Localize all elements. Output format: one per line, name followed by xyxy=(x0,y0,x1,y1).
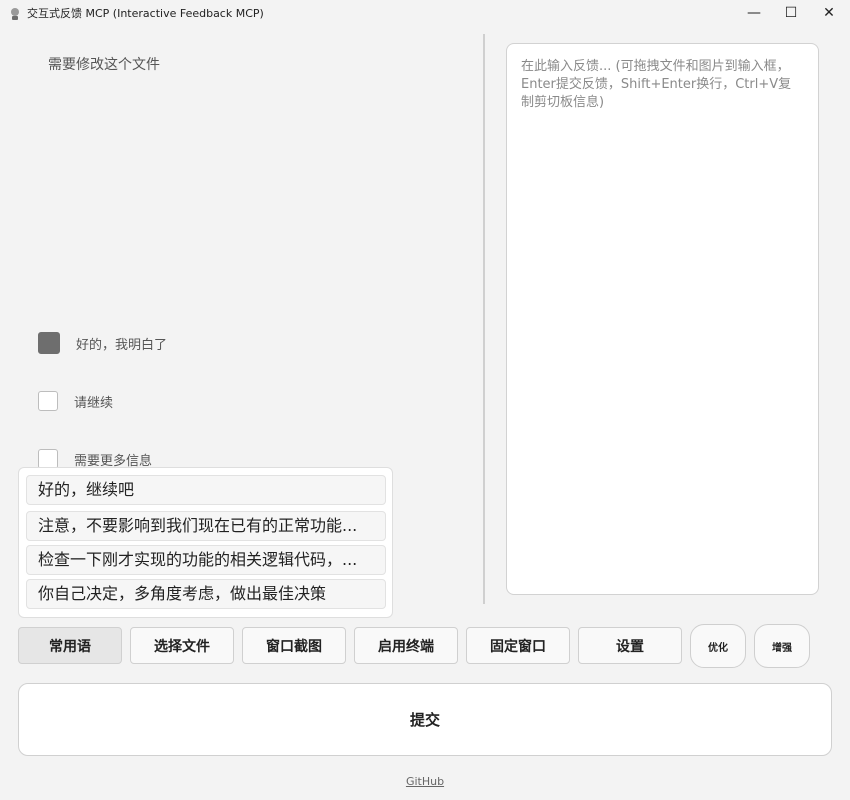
phrase-item[interactable]: 注意，不要影响到我们现在已有的正常功能... xyxy=(26,511,386,541)
screenshot-button[interactable]: 窗口截图 xyxy=(242,627,346,664)
maximize-icon: ☐ xyxy=(784,5,798,21)
panel-divider[interactable] xyxy=(483,34,485,604)
enhance-button[interactable]: 增强 xyxy=(754,624,810,668)
common-phrases-button[interactable]: 常用语 xyxy=(18,627,122,664)
close-button[interactable]: ✕ xyxy=(810,0,848,26)
option-checkbox[interactable] xyxy=(38,449,58,469)
title-bar: 交互式反馈 MCP (Interactive Feedback MCP) — ☐… xyxy=(0,0,850,26)
app-icon xyxy=(8,6,22,20)
close-icon: ✕ xyxy=(823,5,835,21)
option-continue[interactable]: 请继续 xyxy=(38,391,113,411)
minimize-button[interactable]: — xyxy=(735,0,773,26)
feedback-input[interactable]: 在此输入反馈... (可拖拽文件和图片到输入框，Enter提交反馈，Shift+… xyxy=(506,43,819,595)
option-more-info[interactable]: 需要更多信息 xyxy=(38,449,152,469)
feedback-placeholder: 在此输入反馈... (可拖拽文件和图片到输入框，Enter提交反馈，Shift+… xyxy=(521,59,792,110)
phrase-item[interactable]: 你自己决定，多角度考虑，做出最佳决策 xyxy=(26,579,386,609)
option-label: 好的，我明白了 xyxy=(76,337,168,353)
select-file-button[interactable]: 选择文件 xyxy=(130,627,234,664)
pin-window-button[interactable]: 固定窗口 xyxy=(466,627,570,664)
phrase-item[interactable]: 好的，继续吧 xyxy=(26,475,386,505)
option-label: 需要更多信息 xyxy=(74,453,153,469)
common-phrases-popup: 好的，继续吧 注意，不要影响到我们现在已有的正常功能... 检查一下刚才实现的功… xyxy=(18,467,393,618)
window-title: 交互式反馈 MCP (Interactive Feedback MCP) xyxy=(27,7,264,20)
optimize-button[interactable]: 优化 xyxy=(690,624,746,668)
option-label: 请继续 xyxy=(74,395,114,411)
settings-button[interactable]: 设置 xyxy=(578,627,682,664)
prompt-message: 需要修改这个文件 xyxy=(48,57,160,73)
submit-button[interactable]: 提交 xyxy=(18,683,832,756)
minimize-icon: — xyxy=(747,5,761,21)
phrase-item[interactable]: 检查一下刚才实现的功能的相关逻辑代码，... xyxy=(26,545,386,575)
terminal-button[interactable]: 启用终端 xyxy=(354,627,458,664)
option-understood[interactable]: 好的，我明白了 xyxy=(38,332,167,354)
maximize-button[interactable]: ☐ xyxy=(772,0,810,26)
option-checkbox[interactable] xyxy=(38,332,60,354)
option-checkbox[interactable] xyxy=(38,391,58,411)
github-link[interactable]: GitHub xyxy=(0,775,850,788)
